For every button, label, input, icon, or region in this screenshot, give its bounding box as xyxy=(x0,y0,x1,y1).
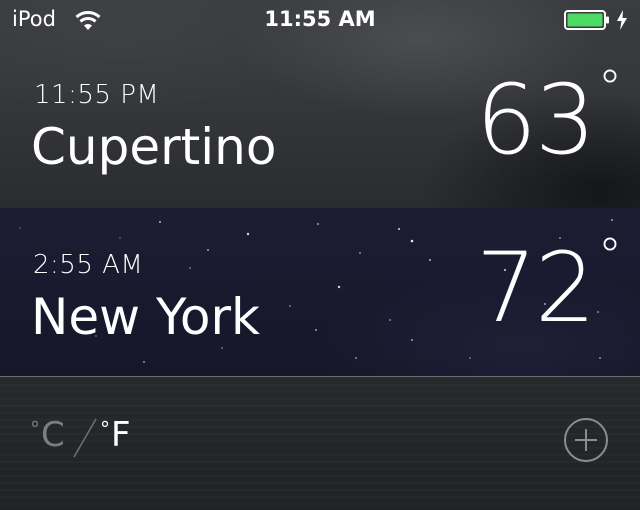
status-bar: iPod 11:55 AM xyxy=(0,0,640,40)
footer-bar: °C °F xyxy=(0,377,640,510)
local-time: 11:55 PM xyxy=(34,80,160,110)
city-row-new-york[interactable]: 2:55 AM New York 72° xyxy=(0,208,640,376)
temperature-value: 63 xyxy=(475,64,596,176)
charging-bolt-icon xyxy=(617,10,627,30)
battery-icon xyxy=(564,10,609,30)
city-name: Cupertino xyxy=(31,118,277,176)
temperature: 72° xyxy=(440,228,622,344)
temperature-value: 72 xyxy=(475,232,596,344)
celsius-button[interactable]: °C xyxy=(30,415,65,455)
add-city-icon[interactable] xyxy=(563,417,609,463)
fahrenheit-button[interactable]: °F xyxy=(100,415,131,455)
local-time: 2:55 AM xyxy=(33,250,144,280)
degree-symbol: ° xyxy=(598,60,622,116)
temperature: 63° xyxy=(440,60,622,176)
status-time: 11:55 AM xyxy=(264,7,376,31)
degree-symbol: ° xyxy=(598,228,622,284)
city-name: New York xyxy=(31,288,260,346)
slash-divider xyxy=(73,418,97,458)
